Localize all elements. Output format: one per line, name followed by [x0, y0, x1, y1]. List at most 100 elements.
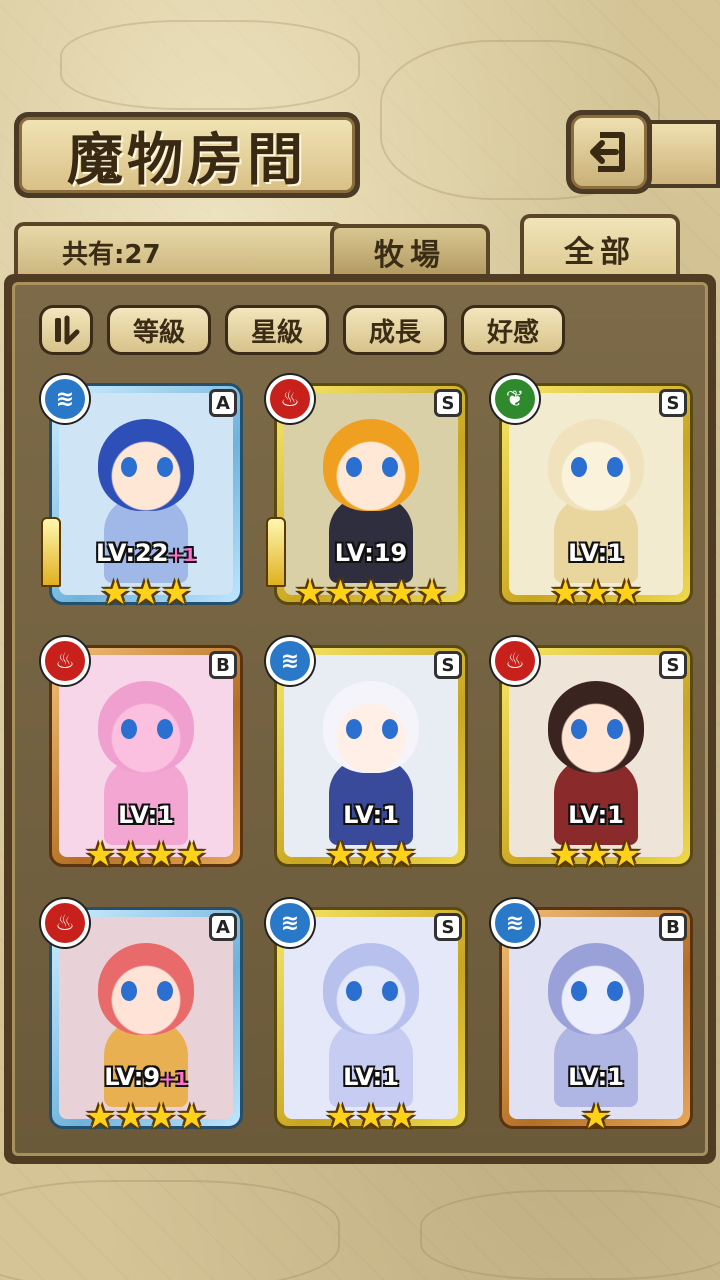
monster-level-text: LV:1	[118, 801, 174, 829]
star-icon: ★	[580, 573, 612, 613]
star-rating: ★ ★ ★	[491, 837, 701, 873]
monster-level: LV:1	[491, 1063, 701, 1091]
tab-ranch[interactable]: 牧場	[330, 224, 490, 276]
monster-head	[323, 943, 419, 1035]
monster-eye	[121, 457, 137, 477]
star-icon: ★	[161, 573, 192, 613]
star-icon: ★	[115, 1097, 146, 1137]
monster-head	[323, 419, 419, 511]
monster-eye	[382, 981, 398, 1001]
monster-level: LV:9+1	[41, 1063, 251, 1091]
star-icon: ★	[611, 835, 642, 875]
water-element-icon: ≋	[266, 637, 314, 685]
filter-affection-label: 好感	[464, 308, 562, 352]
star-rating: ★	[491, 1099, 701, 1135]
monster-head	[98, 943, 194, 1035]
star-icon: ★	[580, 835, 612, 875]
star-icon: ★	[416, 573, 448, 613]
filter-growth-label: 成長	[346, 308, 444, 352]
star-icon: ★	[386, 835, 417, 875]
monster-card[interactable]: S ≋ LV:1 ★ ★ ★	[266, 899, 476, 1145]
rank-badge: S	[434, 651, 462, 679]
monster-card[interactable]: A ≋ LV:22+1 ★ ★ ★	[41, 375, 251, 621]
star-icon: ★	[355, 835, 387, 875]
star-icon: ★	[386, 1097, 417, 1137]
monster-eye	[382, 457, 398, 477]
monster-level: LV:1	[41, 801, 251, 829]
rank-badge: S	[659, 389, 687, 417]
star-rating: ★ ★ ★ ★	[41, 837, 251, 873]
monster-eye	[571, 457, 587, 477]
sort-toggle-button[interactable]	[39, 305, 93, 355]
star-icon: ★	[115, 835, 146, 875]
rank-badge: S	[659, 651, 687, 679]
monster-level: LV:1	[266, 801, 476, 829]
rank-badge: S	[434, 389, 462, 417]
monster-level-text: LV:9	[104, 1063, 161, 1091]
wood-element-icon: ❦	[491, 375, 539, 423]
star-icon: ★	[355, 573, 387, 613]
monster-card[interactable]: S ❦ LV:1 ★ ★ ★	[491, 375, 701, 621]
star-icon: ★	[294, 573, 326, 613]
monster-card[interactable]: B ♨ LV:1 ★ ★ ★ ★	[41, 637, 251, 883]
monster-panel-inner: 等級 星級 成長 好感 A ≋ LV:22+1 ★ ★ ★ S ♨ LV:19 ★ ★ ★ ★ ★ S ❦ LV…	[12, 282, 708, 1156]
star-icon: ★	[580, 1097, 612, 1137]
star-icon: ★	[325, 573, 356, 613]
star-icon: ★	[85, 835, 116, 875]
monster-eye	[382, 719, 398, 739]
monster-eye	[607, 981, 623, 1001]
monster-eye	[157, 457, 173, 477]
monster-head	[98, 681, 194, 773]
star-icon: ★	[146, 1097, 177, 1137]
monster-panel: 等級 星級 成長 好感 A ≋ LV:22+1 ★ ★ ★ S ♨ LV:19 ★ ★ ★ ★ ★ S ❦ LV…	[4, 274, 716, 1164]
monster-level-text: LV:1	[568, 801, 624, 829]
filter-affection-button[interactable]: 好感	[461, 305, 565, 355]
star-rating: ★ ★ ★	[491, 575, 701, 611]
star-icon: ★	[325, 835, 356, 875]
monster-eye	[121, 981, 137, 1001]
filter-star-button[interactable]: 星級	[225, 305, 329, 355]
back-button[interactable]	[566, 110, 652, 194]
fire-element-icon: ♨	[266, 375, 314, 423]
rank-badge: B	[209, 651, 237, 679]
star-icon: ★	[176, 835, 207, 875]
star-icon: ★	[100, 573, 131, 613]
monster-card[interactable]: S ♨ LV:19 ★ ★ ★ ★ ★	[266, 375, 476, 621]
star-rating: ★ ★ ★	[266, 837, 476, 873]
water-element-icon: ≋	[266, 899, 314, 947]
rank-badge: A	[209, 913, 237, 941]
page-title: 魔物房間	[19, 117, 355, 193]
fire-element-icon: ♨	[491, 637, 539, 685]
filter-level-button[interactable]: 等級	[107, 305, 211, 355]
filter-growth-button[interactable]: 成長	[343, 305, 447, 355]
star-icon: ★	[146, 835, 177, 875]
star-rating: ★ ★ ★ ★	[41, 1099, 251, 1135]
page-title-plate: 魔物房間	[14, 112, 360, 198]
tab-all[interactable]: 全部	[520, 214, 680, 280]
monster-card[interactable]: S ♨ LV:1 ★ ★ ★	[491, 637, 701, 883]
monster-card[interactable]: S ≋ LV:1 ★ ★ ★	[266, 637, 476, 883]
tab-ranch-label: 牧場	[374, 238, 446, 273]
monster-count-label: 共有:27	[14, 222, 344, 274]
filter-level-label: 等級	[110, 308, 208, 352]
monster-eye	[607, 457, 623, 477]
monster-eye	[346, 981, 362, 1001]
star-icon: ★	[130, 573, 162, 613]
monster-eye	[571, 719, 587, 739]
monster-head	[548, 681, 644, 773]
water-element-icon: ≋	[491, 899, 539, 947]
star-icon: ★	[550, 835, 581, 875]
monster-eye	[607, 719, 623, 739]
star-icon: ★	[176, 1097, 207, 1137]
monster-eye	[121, 719, 137, 739]
monster-level-text: LV:19	[334, 539, 408, 567]
monster-level: LV:1	[491, 539, 701, 567]
monster-card[interactable]: B ≋ LV:1 ★	[491, 899, 701, 1145]
level-bonus: +1	[168, 545, 197, 566]
monster-count-text: 共有:27	[62, 240, 161, 270]
footer-parchment	[0, 1160, 720, 1280]
monster-head	[548, 943, 644, 1035]
monster-card[interactable]: A ♨ LV:9+1 ★ ★ ★ ★	[41, 899, 251, 1145]
fire-element-icon: ♨	[41, 899, 89, 947]
monster-level-text: LV:1	[568, 539, 624, 567]
